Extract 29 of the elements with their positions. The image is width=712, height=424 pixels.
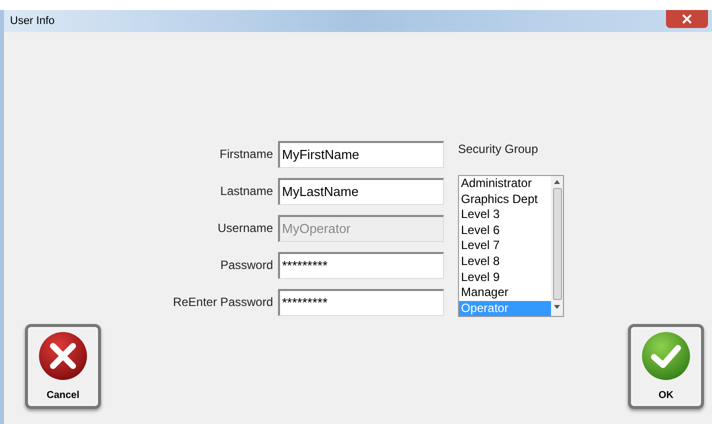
text-field[interactable]: ********* xyxy=(278,289,444,316)
scroll-up-icon xyxy=(554,179,560,185)
list-item[interactable]: Manager xyxy=(459,285,551,301)
close-button[interactable] xyxy=(666,10,708,28)
cancel-icon xyxy=(38,331,88,381)
checkmark-icon xyxy=(641,331,691,381)
window-title: User Info xyxy=(9,14,55,29)
field-label: ReEnter Password xyxy=(172,294,273,311)
list-item[interactable]: Level 7 xyxy=(459,238,551,254)
text-field[interactable]: MyLastName xyxy=(278,178,444,205)
field-label: Username xyxy=(216,220,273,237)
field-label: Lastname xyxy=(219,183,273,200)
text-field[interactable]: ********* xyxy=(278,252,444,279)
text-field[interactable]: MyFirstName xyxy=(278,141,444,168)
field-label: Firstname xyxy=(218,146,273,163)
cancel-button[interactable]: Cancel xyxy=(25,324,101,409)
ok-button[interactable]: OK xyxy=(628,324,704,409)
scrollbar-thumb[interactable] xyxy=(552,188,562,300)
security-group-label: Security Group xyxy=(458,141,540,158)
list-item[interactable]: Level 8 xyxy=(459,254,551,270)
list-item[interactable]: Level 3 xyxy=(459,207,551,223)
list-item[interactable]: Administrator xyxy=(459,176,551,192)
scroll-down-icon xyxy=(554,304,560,310)
close-icon xyxy=(682,14,692,24)
list-item[interactable]: Level 9 xyxy=(459,270,551,286)
scrollbar[interactable] xyxy=(551,176,563,316)
list-item[interactable]: Graphics Dept xyxy=(459,192,551,208)
field-label: Password xyxy=(219,257,273,274)
list-item[interactable]: Level 6 xyxy=(459,222,551,238)
